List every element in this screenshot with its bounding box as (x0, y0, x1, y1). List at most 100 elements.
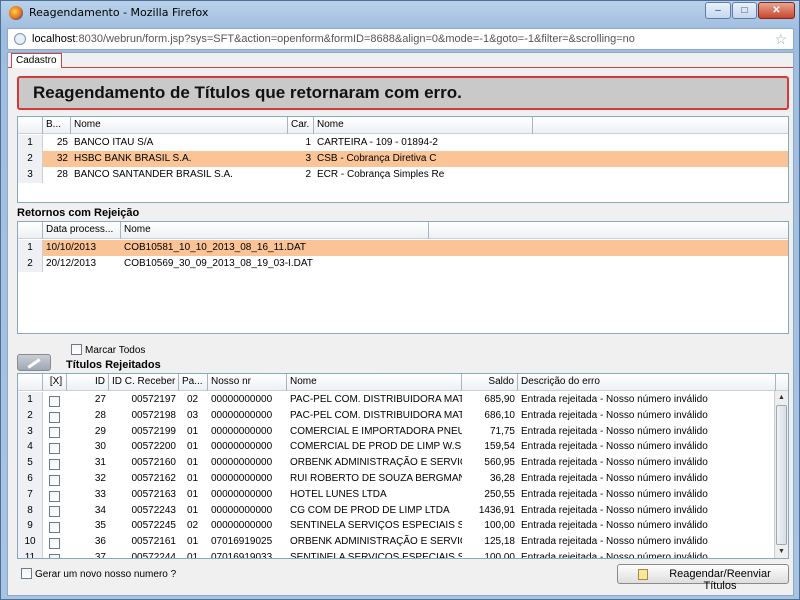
row-checkbox[interactable] (43, 424, 67, 440)
table-row[interactable]: 1 10/10/2013 COB10581_10_10_2013_08_16_11.… (18, 240, 788, 256)
col-carteira[interactable]: Car. (288, 117, 314, 134)
titulo-nome: PAC-PEL COM. DISTRIBUIDORA MAT. ... (290, 394, 462, 405)
table-row[interactable]: 1 27 00572197 02 00000000000 PAC-PEL COM. DIS… (18, 392, 788, 408)
row-checkbox[interactable] (43, 439, 67, 455)
titulo-nome: HOTEL LUNES LTDA (290, 488, 387, 500)
table-row[interactable]: 4 30 00572200 01 00000000000 COMERCIAL DE PRO… (18, 439, 788, 456)
url-bar[interactable]: localhost:8030/webrun/form.jsp?sys=SFT&a… (7, 28, 794, 50)
table-row[interactable]: 5 31 00572160 01 00000000000 ORBENK ADMINISTR… (18, 455, 788, 472)
url-text[interactable]: localhost:8030/webrun/form.jsp?sys=SFT&a… (32, 33, 635, 45)
checkbox-box[interactable] (49, 459, 60, 471)
row-number: 1 (18, 392, 43, 408)
minimize-button[interactable]: – (705, 2, 731, 19)
vertical-scrollbar[interactable]: ▲ ▼ (774, 391, 788, 558)
col-carteira-nome[interactable]: Nome (314, 117, 533, 134)
gerar-nosso-numero-label[interactable]: Gerar um novo nosso numero ? (35, 569, 176, 580)
titulo-id: 27 (94, 394, 106, 405)
col-saldo[interactable]: Saldo (462, 374, 518, 391)
maximize-button[interactable]: □ (732, 2, 757, 19)
scrollbar-thumb[interactable] (776, 405, 787, 545)
row-checkbox[interactable] (43, 392, 67, 408)
close-button[interactable]: ✕ (758, 2, 795, 19)
col-banco[interactable]: B... (43, 117, 71, 134)
checkbox-box[interactable] (49, 443, 60, 455)
banco-code: 25 (56, 137, 68, 148)
table-row[interactable]: 10 36 00572161 01 07016919025 ORBENK ADMINIST… (18, 534, 788, 551)
titulo-nosso-nr: 00000000000 (211, 473, 273, 484)
table-row[interactable]: 2 28 00572198 03 00000000000 PAC-PEL COM. DIS… (18, 407, 788, 424)
titulo-nosso-nr: 00000000000 (211, 520, 273, 532)
banco-code: 28 (56, 169, 68, 180)
row-checkbox[interactable] (43, 455, 67, 471)
checkbox-box[interactable] (49, 427, 60, 439)
titulo-erro: Entrada rejeitada - Nosso número inválid… (521, 425, 708, 437)
titulo-nosso-nr: 00000000000 (211, 409, 273, 421)
bancos-grid[interactable]: B... Nome Car. Nome 1 25 BANCO ITAU S/A 1 CA… (17, 116, 789, 203)
gerar-nosso-numero-checkbox[interactable] (21, 568, 32, 579)
titulo-nosso-nr: 00000000000 (211, 457, 273, 469)
col-data-processamento[interactable]: Data process... (43, 222, 121, 239)
checkbox-box[interactable] (49, 411, 60, 423)
titulo-nosso-nr: 00000000000 (211, 394, 273, 405)
checkbox-box[interactable] (49, 538, 60, 550)
col-nome[interactable]: Nome (71, 117, 288, 134)
checkbox-box[interactable] (49, 522, 60, 534)
col-descricao-erro[interactable]: Descrição do erro (518, 374, 776, 391)
scroll-down-icon[interactable]: ▼ (775, 545, 788, 558)
titulo-saldo: 125,18 (484, 536, 515, 548)
table-row[interactable]: 9 35 00572245 02 00000000000 SENTINELA SERVIÇ… (18, 518, 788, 535)
row-checkbox[interactable] (43, 503, 67, 519)
table-row[interactable]: 8 34 00572243 01 00000000000 CG COM DE PROD D… (18, 502, 788, 519)
row-checkbox[interactable] (43, 534, 67, 550)
titulo-saldo: 685,90 (484, 394, 515, 405)
titulo-nome: ORBENK ADMINISTRAÇÃO E SERVIÇ... (290, 457, 462, 469)
table-row[interactable]: 3 29 00572199 01 00000000000 COMERCIAL E IMPO… (18, 423, 788, 440)
table-row[interactable]: 2 32 HSBC BANK BRASIL S.A. 3 CSB - Cobrança … (18, 151, 788, 167)
row-checkbox[interactable] (43, 408, 67, 424)
checkbox-box[interactable] (49, 490, 60, 502)
checkbox-box[interactable] (49, 474, 60, 486)
row-checkbox[interactable] (43, 471, 67, 487)
col-id-receber[interactable]: ID C. Receber (109, 374, 179, 391)
retornos-grid[interactable]: Data process... Nome 1 10/10/2013 COB10581… (17, 221, 789, 334)
marcar-todos-label[interactable]: Marcar Todos (85, 345, 145, 356)
titulo-nome: SENTINELA SERVIÇOS ESPECIAIS S/C... (290, 552, 462, 559)
table-row[interactable]: 1 25 BANCO ITAU S/A 1 CARTEIRA - 109 - 01894… (18, 135, 788, 151)
bookmark-star-icon[interactable]: ☆ (774, 31, 787, 48)
table-row[interactable]: 6 32 00572162 01 00000000000 RUI ROBERTO DE S… (18, 471, 788, 487)
col-id[interactable]: ID (67, 374, 109, 391)
col-parcela[interactable]: Pa... (179, 374, 208, 391)
marcar-todos-checkbox[interactable] (71, 344, 82, 355)
checkbox-box[interactable] (49, 395, 60, 407)
titulo-parcela: 01 (187, 473, 199, 484)
scroll-up-icon[interactable]: ▲ (775, 391, 788, 404)
titulo-nosso-nr: 07016919033 (211, 552, 273, 559)
table-row[interactable]: 11 37 00572244 01 07016919033 SENTINELA SERVI… (18, 550, 788, 559)
checkbox-box[interactable] (49, 506, 60, 518)
titulo-id: 28 (94, 409, 106, 421)
titulo-saldo: 100,00 (484, 520, 515, 532)
titulos-grid[interactable]: [X] ID ID C. Receber Pa... Nosso nr Nome… (17, 373, 789, 559)
titulo-nosso-nr: 00000000000 (211, 441, 273, 453)
row-checkbox[interactable] (43, 518, 67, 534)
titulo-id: 37 (94, 552, 106, 559)
checkbox-box[interactable] (49, 553, 60, 558)
titulo-erro: Entrada rejeitada - Nosso número inválid… (521, 457, 708, 469)
titulos-label: Títulos Rejeitados (66, 359, 161, 371)
carteira-nome: CARTEIRA - 109 - 01894-2 (317, 137, 438, 148)
row-checkbox[interactable] (43, 487, 67, 503)
col-selecionar[interactable]: [X] (43, 374, 67, 391)
edit-button[interactable] (17, 354, 51, 371)
table-row[interactable]: 2 20/12/2013 COB10569_30_09_2013_08_19_03-… (18, 256, 788, 272)
titulo-nome: COMERCIAL DE PROD DE LIMP W.S. L... (290, 441, 462, 453)
document-icon (638, 569, 648, 580)
col-nome[interactable]: Nome (287, 374, 462, 391)
col-nome-arquivo[interactable]: Nome (121, 222, 429, 239)
reagendar-button[interactable]: Reagendar/Reenviar Títulos (617, 564, 789, 592)
tab-cadastro[interactable]: Cadastro (11, 53, 62, 68)
table-row[interactable]: 3 28 BANCO SANTANDER BRASIL S.A. 2 ECR - Cob… (18, 167, 788, 183)
titulo-id: 33 (94, 488, 106, 500)
table-row[interactable]: 7 33 00572163 01 00000000000 HOTEL LUNES LTDA… (18, 486, 788, 503)
col-nosso-nr[interactable]: Nosso nr (208, 374, 287, 391)
row-checkbox[interactable] (43, 550, 67, 558)
